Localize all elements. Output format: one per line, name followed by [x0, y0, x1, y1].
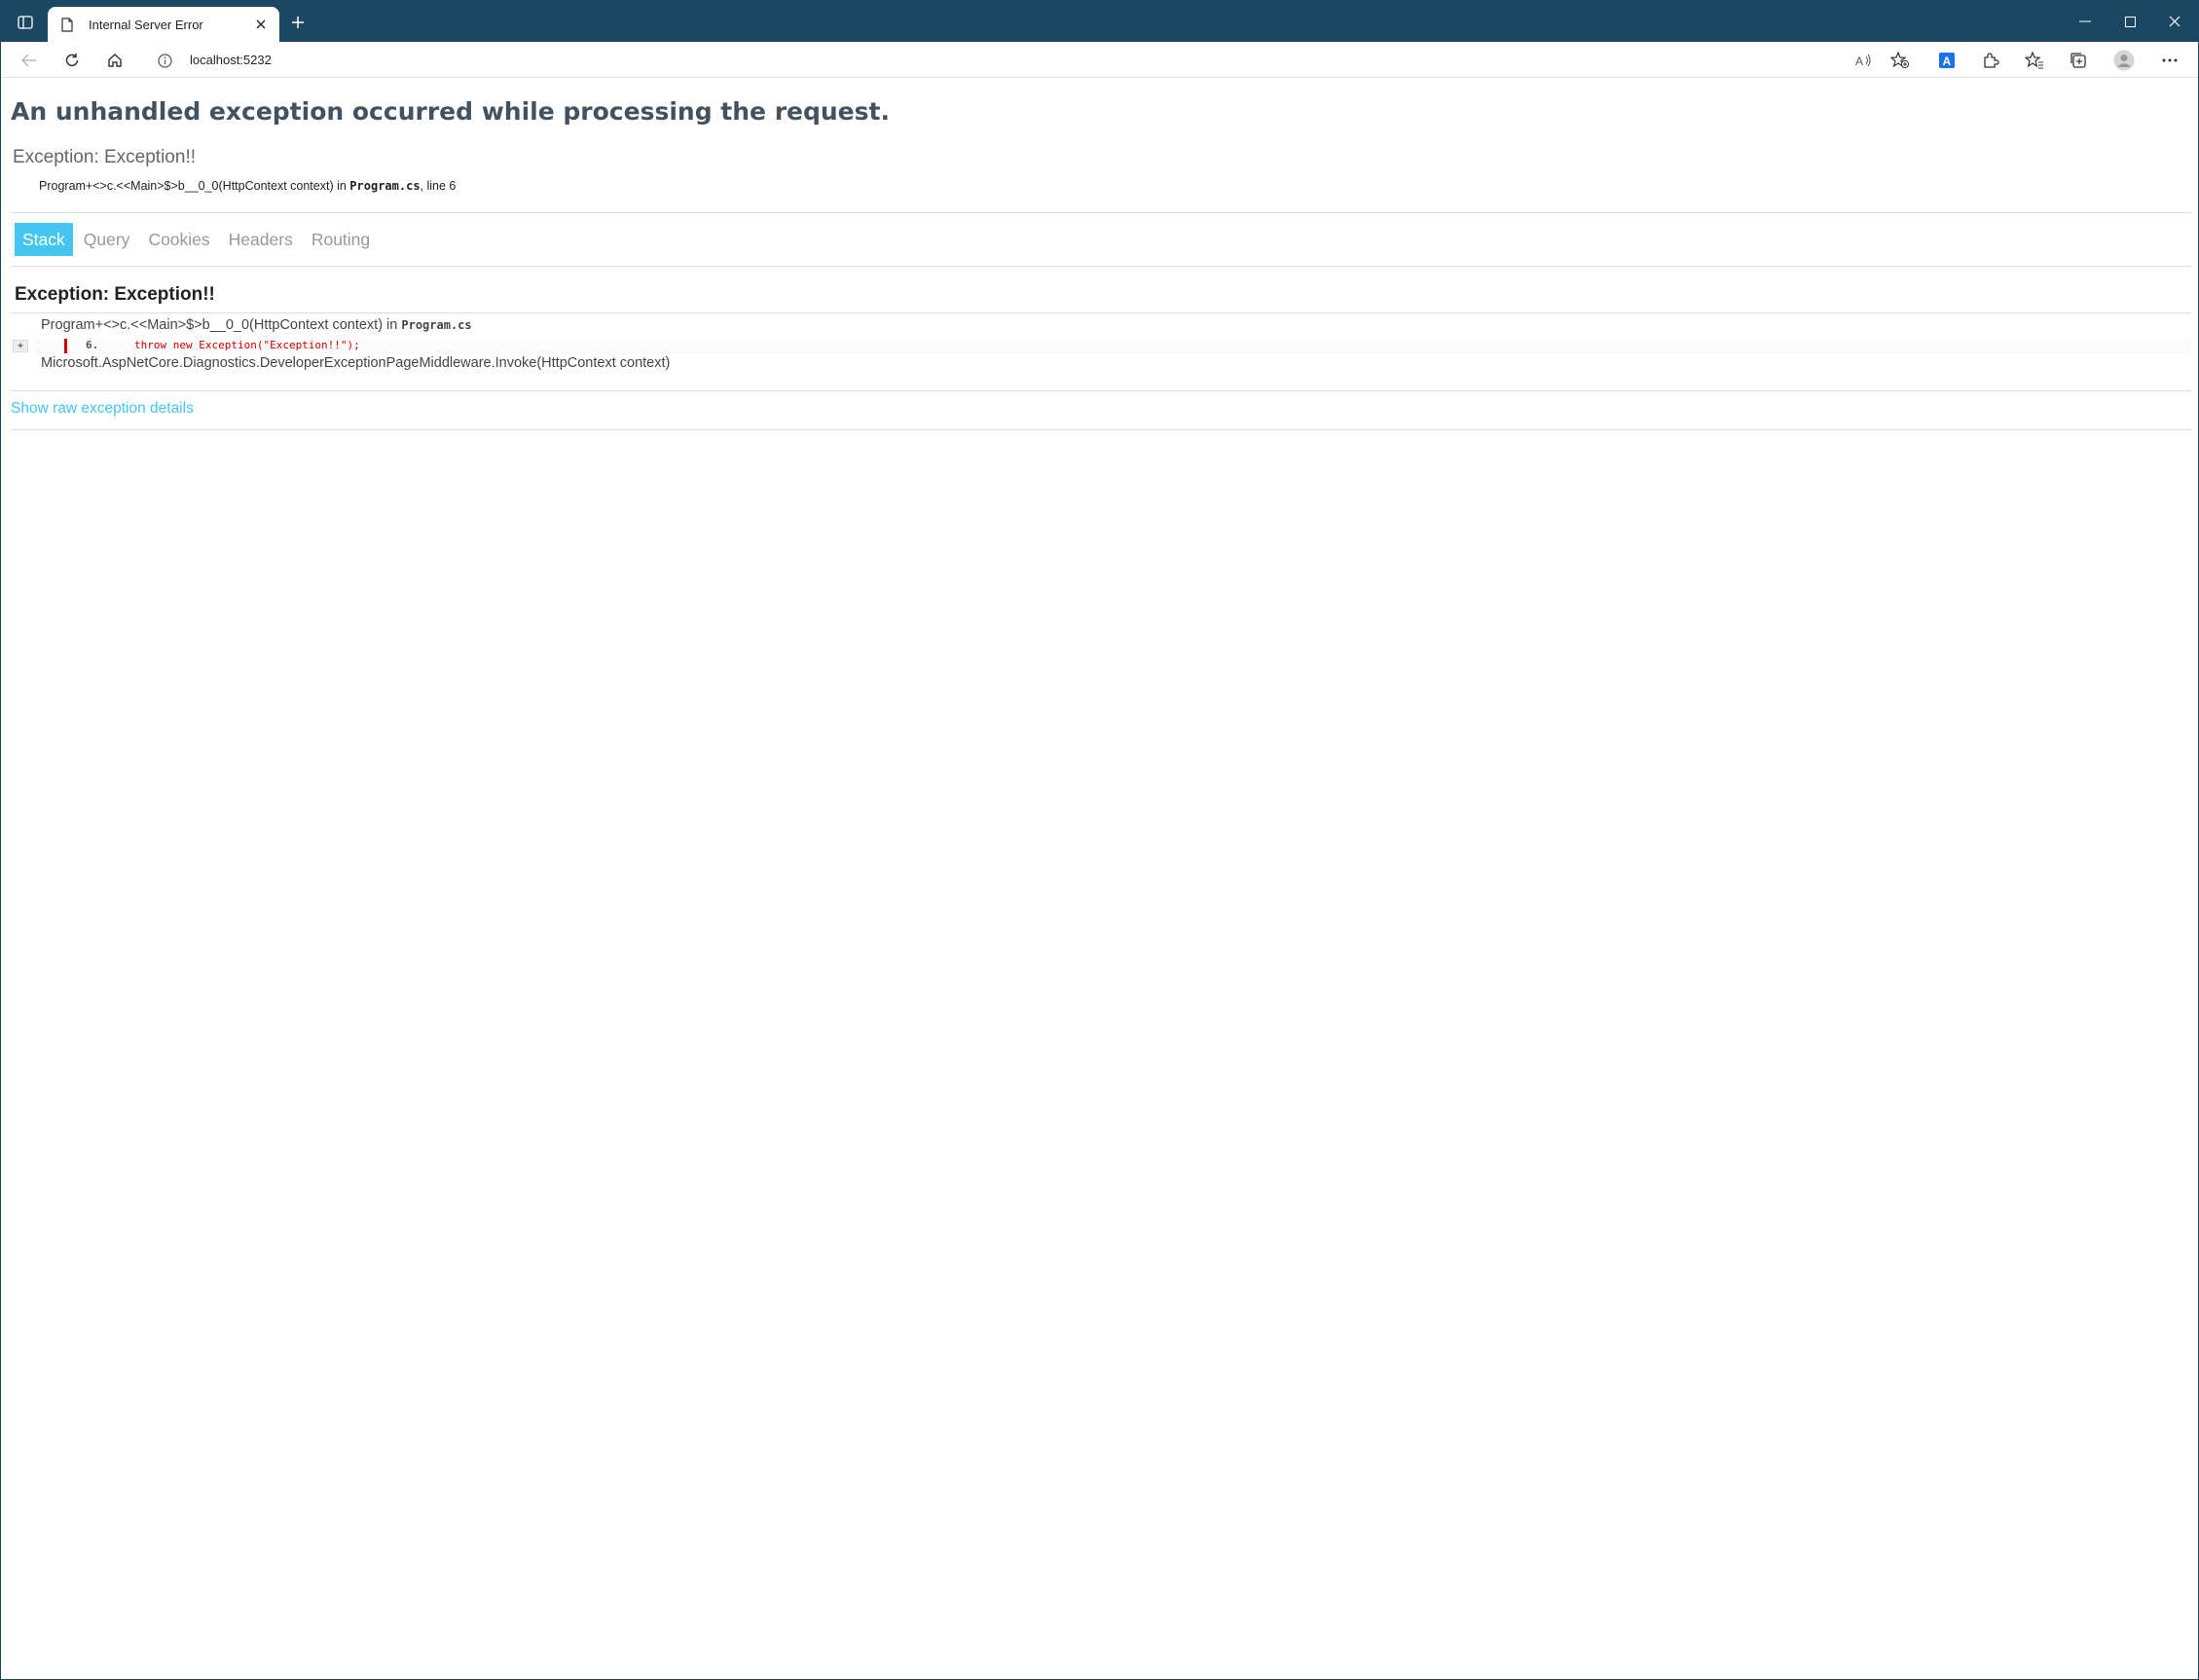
- browser-window: Internal Server Error localhost:5232 A A…: [0, 0, 2199, 1680]
- line-number: 6.: [86, 339, 99, 351]
- minimize-icon[interactable]: [2063, 7, 2107, 36]
- info-icon[interactable]: [157, 53, 172, 68]
- tab-headers[interactable]: Headers: [221, 223, 301, 256]
- error-title: Exception: Exception!!: [13, 147, 196, 167]
- location-file: Program.cs: [349, 179, 421, 193]
- document-icon: [59, 16, 75, 33]
- frame-method: Program+<>c.<<Main>$>b__0_0(HttpContext …: [41, 317, 402, 333]
- translator-icon[interactable]: A: [1934, 48, 1960, 73]
- divider: [11, 212, 2191, 213]
- source-code-line: 6. throw new Exception("Exception!!");: [35, 338, 2191, 354]
- location-line: , line 6: [420, 179, 457, 193]
- url-text[interactable]: localhost:5232: [190, 53, 272, 67]
- refresh-icon[interactable]: [59, 48, 85, 73]
- error-location: Program+<>c.<<Main>$>b__0_0(HttpContext …: [39, 179, 456, 193]
- extensions-icon[interactable]: [1978, 48, 2003, 73]
- tab-actions-icon[interactable]: [13, 12, 38, 33]
- frame-method: Microsoft.AspNetCore.Diagnostics.Develop…: [41, 355, 671, 371]
- code-text: throw new Exception("Exception!!");: [134, 339, 360, 351]
- frame-file: Program.cs: [401, 318, 472, 332]
- divider: [11, 429, 2191, 430]
- more-icon[interactable]: [2157, 48, 2182, 73]
- browser-toolbar: localhost:5232 A A: [1, 42, 2198, 78]
- read-aloud-icon[interactable]: A: [1854, 51, 1874, 70]
- plus-icon[interactable]: [287, 12, 309, 33]
- add-favorite-icon[interactable]: [1890, 51, 1910, 70]
- svg-text:A: A: [1943, 55, 1952, 68]
- stack-frame: Program+<>c.<<Main>$>b__0_0(HttpContext …: [41, 317, 472, 333]
- home-icon[interactable]: [102, 48, 128, 73]
- close-icon[interactable]: [252, 16, 270, 33]
- page-title: An unhandled exception occurred while pr…: [11, 97, 890, 126]
- tab-routing[interactable]: Routing: [304, 223, 378, 256]
- divider: [11, 390, 2191, 391]
- tab-stack[interactable]: Stack: [15, 223, 73, 256]
- address-bar[interactable]: localhost:5232 A: [143, 46, 1910, 75]
- tab-cookies[interactable]: Cookies: [140, 223, 217, 256]
- stack-frame: Microsoft.AspNetCore.Diagnostics.Develop…: [41, 355, 670, 371]
- error-line-marker: [64, 339, 67, 353]
- location-method: Program+<>c.<<Main>$>b__0_0(HttpContext …: [39, 179, 350, 193]
- svg-text:A: A: [1855, 55, 1863, 67]
- favorites-icon[interactable]: [2022, 48, 2047, 73]
- expand-toggle[interactable]: +: [13, 340, 28, 352]
- tab-strip: Stack Query Cookies Headers Routing: [15, 223, 381, 256]
- show-raw-details-link[interactable]: Show raw exception details: [11, 400, 194, 418]
- divider: [11, 266, 2191, 267]
- maximize-icon[interactable]: [2107, 7, 2152, 36]
- close-window-icon[interactable]: [2152, 7, 2197, 36]
- tab-query[interactable]: Query: [76, 223, 138, 256]
- page-content: An unhandled exception occurred while pr…: [2, 79, 2199, 1680]
- profile-icon[interactable]: [2111, 48, 2137, 73]
- divider: [11, 312, 2191, 313]
- tab-title: Internal Server Error: [89, 17, 203, 32]
- browser-tab[interactable]: Internal Server Error: [48, 7, 279, 42]
- exception-heading: Exception: Exception!!: [15, 284, 215, 305]
- title-bar: Internal Server Error: [1, 1, 2198, 42]
- collections-icon[interactable]: [2066, 48, 2091, 73]
- back-arrow-icon[interactable]: [17, 48, 42, 73]
